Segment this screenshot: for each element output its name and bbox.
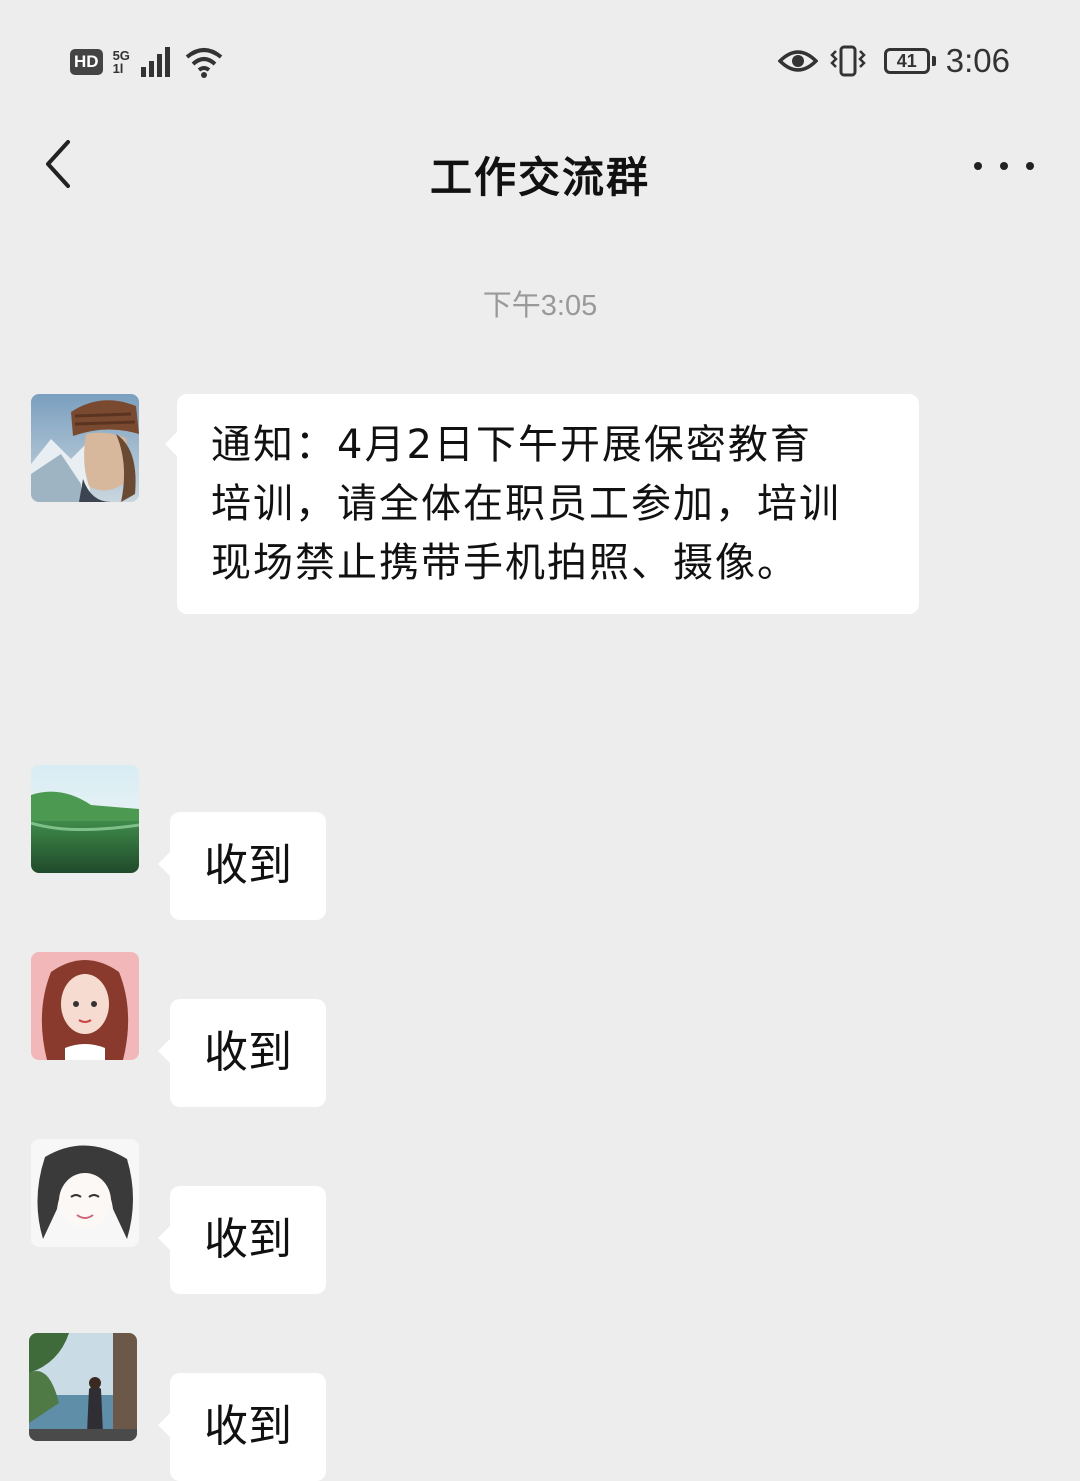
message-line: 通知：4月2日下午开展保密教育 [211,422,812,468]
avatar[interactable] [31,394,139,502]
message-timestamp: 下午3:05 [482,290,598,322]
message-bubble[interactable]: 收到 [158,999,326,1107]
avatar-pink-cartoon-girl-image [31,952,139,1060]
message-bubble[interactable]: 通知：4月2日下午开展保密教育 培训，请全体在职员工参加，培训 现场禁止携带手机… [165,394,919,614]
more-dot [1000,162,1008,170]
more-button[interactable] [974,146,1034,186]
wifi-icon [185,48,223,78]
status-bar: HD 5G 1l 41 3:06 [0,0,1080,120]
message-bubble[interactable]: 收到 [158,1373,326,1481]
avatar-sketch-girl-image [31,1139,139,1247]
message-bubble[interactable]: 收到 [158,812,326,920]
chat-title: 工作交流群 [429,153,650,202]
eye-icon [777,50,818,72]
status-right: 41 3:06 [777,38,1010,84]
avatar[interactable] [31,952,139,1060]
status-left: HD 5G 1l [70,42,224,82]
network-type: 5G 1l [113,49,130,75]
hd-badge: HD [70,49,103,75]
avatar[interactable] [31,765,139,873]
avatar-seaside-photo-image [29,1333,137,1441]
more-dot [1026,162,1034,170]
avatar-woman-beanie-image [31,394,139,502]
message-line: 培训，请全体在职员工参加，培训 [211,481,841,527]
avatar[interactable] [29,1333,137,1441]
signal-icon [140,47,170,77]
more-dot [974,162,982,170]
network-type-bottom: 1l [112,61,124,76]
message-line: 现场禁止携带手机拍照、摄像。 [211,540,799,586]
message-bubble[interactable]: 收到 [158,1186,326,1294]
battery-indicator: 41 [883,48,936,74]
vibrate-icon [829,45,866,77]
avatar[interactable] [31,1139,139,1247]
avatar-lake-landscape-image [31,765,139,873]
status-time: 3:06 [945,42,1010,79]
chat-header: 工作交流群 [0,120,1080,230]
